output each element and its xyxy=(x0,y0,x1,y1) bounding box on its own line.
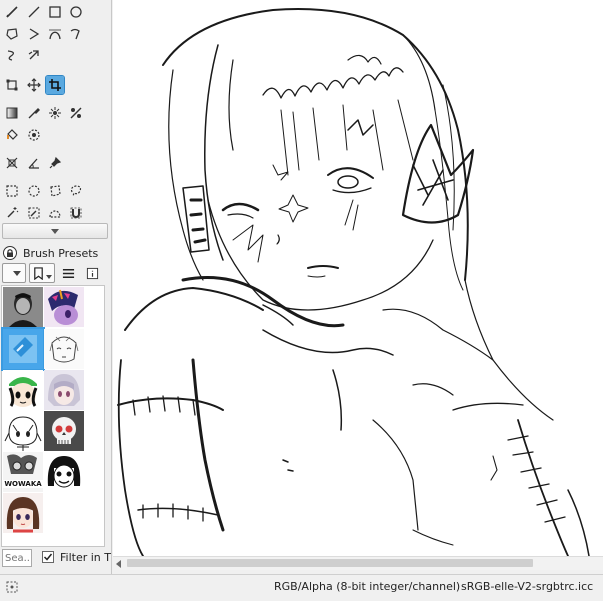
preset-brown-hair-girl[interactable] xyxy=(3,493,43,533)
lasso-icon[interactable] xyxy=(67,182,85,200)
pin-icon[interactable] xyxy=(46,154,64,172)
brush-presets-header: Brush Presets xyxy=(0,244,112,262)
drawing-canvas[interactable] xyxy=(113,0,603,556)
ellipse-icon[interactable] xyxy=(67,3,85,21)
magic-wand-icon[interactable] xyxy=(3,204,21,222)
tag-dropdown[interactable] xyxy=(2,263,26,283)
gradient-icon[interactable] xyxy=(3,104,21,122)
bezier-icon[interactable] xyxy=(46,25,64,43)
eyedropper-icon[interactable] xyxy=(25,104,43,122)
bookmark-button[interactable] xyxy=(29,263,55,283)
preset-sketch-anime[interactable] xyxy=(44,329,84,369)
line-icon[interactable] xyxy=(25,3,43,21)
horizontal-scrollbar[interactable] xyxy=(113,556,603,570)
chevron-down-icon xyxy=(51,228,59,234)
brush-presets-toolbar xyxy=(0,263,112,283)
brush-presets-grid: WOWAKA xyxy=(1,285,105,547)
polygon-select-icon[interactable] xyxy=(46,182,64,200)
crop-icon[interactable] xyxy=(45,75,65,95)
left-dock: Brush Presets WOWAKA Sea... Filter in T xyxy=(0,0,112,574)
color-model-status[interactable]: RGB/Alpha (8-bit integer/channel) xyxy=(274,580,460,593)
preset-black-hair-face[interactable] xyxy=(44,452,84,492)
move-icon[interactable] xyxy=(25,76,43,94)
checkmark-icon xyxy=(43,553,53,561)
bezier-select-icon[interactable] xyxy=(46,204,64,222)
colorize-mask-icon[interactable] xyxy=(46,104,64,122)
info-button[interactable] xyxy=(82,263,102,283)
bookmark-icon xyxy=(34,266,43,280)
preset-wowaka[interactable]: WOWAKA xyxy=(3,452,43,492)
brush-presets-search-row: Filter in T xyxy=(0,548,112,570)
freehand-path-icon[interactable] xyxy=(67,25,85,43)
wowaka-caption: WOWAKA xyxy=(4,480,42,488)
status-bar: RGB/Alpha (8-bit integer/channel) sRGB-e… xyxy=(0,574,603,601)
selection-display-icon[interactable] xyxy=(4,579,20,595)
krita-window: Brush Presets WOWAKA Sea... Filter in T … xyxy=(0,0,603,601)
similar-select-icon[interactable] xyxy=(25,204,43,222)
preset-sketch-chibi[interactable] xyxy=(3,411,43,451)
color-profile-status[interactable]: sRGB-elle-V2-srgbtrc.icc xyxy=(461,580,593,593)
chevron-down-icon xyxy=(46,275,52,279)
assistant-icon[interactable] xyxy=(3,154,21,172)
list-view-button[interactable] xyxy=(58,263,78,283)
list-view-icon xyxy=(62,268,74,278)
measure-icon[interactable] xyxy=(25,154,43,172)
preset-blue-anime[interactable] xyxy=(1,327,45,371)
preset-portrait-bw[interactable] xyxy=(3,287,43,327)
smart-patch-icon[interactable] xyxy=(67,104,85,122)
preset-pony-purple[interactable] xyxy=(44,287,84,327)
chevron-down-icon xyxy=(13,270,21,276)
scroll-left-icon[interactable] xyxy=(116,560,121,568)
filter-checkbox[interactable] xyxy=(42,551,54,563)
paintbrush-icon[interactable] xyxy=(3,3,21,21)
filter-label: Filter in T xyxy=(60,551,111,564)
magnetic-select-icon[interactable] xyxy=(67,204,85,222)
sketch-artwork xyxy=(117,8,590,556)
brush-presets-title: Brush Presets xyxy=(23,246,99,260)
enclose-fill-icon[interactable] xyxy=(25,126,43,144)
preset-skull[interactable] xyxy=(44,411,84,451)
info-icon xyxy=(86,267,98,279)
preset-green-cap[interactable] xyxy=(3,370,43,410)
transform-icon[interactable] xyxy=(3,76,21,94)
scrollbar-thumb[interactable] xyxy=(127,559,533,567)
dynamic-brush-icon[interactable] xyxy=(3,46,21,64)
paint-bucket-icon[interactable] xyxy=(3,126,21,144)
rect-select-icon[interactable] xyxy=(3,182,21,200)
multibrush-icon[interactable] xyxy=(25,46,43,64)
lock-icon[interactable] xyxy=(3,246,17,260)
preset-silver-hair[interactable] xyxy=(44,370,84,410)
search-input[interactable] xyxy=(2,549,32,567)
ellipse-select-icon[interactable] xyxy=(25,182,43,200)
polygon-icon[interactable] xyxy=(3,25,21,43)
polyline-icon[interactable] xyxy=(25,25,43,43)
rectangle-icon[interactable] xyxy=(46,3,64,21)
tool-options-toggle[interactable] xyxy=(2,223,108,239)
